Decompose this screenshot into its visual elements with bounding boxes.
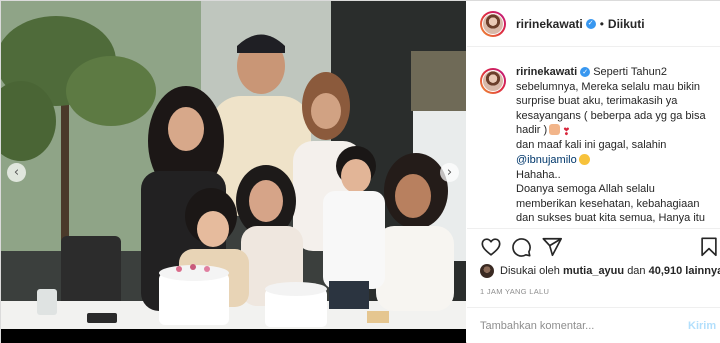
caption-line: Seperti Tahun2 (593, 66, 668, 78)
caption-line: dan sukses buat kita semua, Hanya itu (516, 212, 705, 225)
comment-input[interactable]: Tambahkan komentar... (480, 316, 658, 336)
caption-username[interactable]: ririnekawati (516, 66, 577, 78)
liker-avatar[interactable] (480, 264, 494, 278)
caption-first-line: ririnekawati ✓ Seperti Tahun2 (516, 65, 714, 80)
paper-plane-icon (542, 237, 562, 257)
comment-button[interactable] (510, 236, 532, 258)
post-side-panel: ririnekawati ✓ • Diikuti ririnekawati ✓ S… (467, 1, 720, 343)
chevron-right-icon: › (446, 165, 453, 180)
caption-line: Doanya semoga Allah selalu (516, 183, 655, 196)
caption-line: hadir ) (516, 124, 548, 137)
avatar[interactable] (480, 10, 506, 37)
comment-icon (512, 238, 531, 257)
grinning-face-emoji-icon (578, 153, 590, 165)
liker-username[interactable]: mutia_ayuu (563, 265, 624, 277)
save-button[interactable] (698, 236, 720, 258)
caption-line: memberikan kesehatan, kebahagiaan (516, 197, 700, 210)
share-button[interactable] (541, 236, 563, 258)
header-separator: • (599, 16, 604, 31)
caption-line-with-emoji: @ibnujamilo (516, 153, 714, 168)
header-username[interactable]: ririnekawati (516, 17, 583, 31)
post-timestamp[interactable]: 1 JAM YANG LALU (480, 287, 549, 296)
caption-line: dan maaf kali ini gagal, salahin (516, 139, 667, 152)
pray-emoji-icon (549, 124, 561, 136)
action-bar (480, 236, 717, 258)
bookmark-icon (701, 237, 717, 257)
previous-photo-button[interactable]: ‹ (7, 163, 26, 182)
caption-line: surprise buat aku, terimakasih ya (516, 95, 678, 108)
caption-avatar[interactable] (480, 68, 506, 94)
caption-line: Hahaha.. (516, 168, 561, 181)
heart-icon (481, 238, 501, 256)
likes-summary: Disukai oleh mutia_ayuu dan 40,910 lainn… (480, 263, 720, 279)
next-photo-button[interactable]: › (440, 163, 459, 182)
caption-line: sebelumnya, Mereka selalu mau bikin (516, 80, 701, 93)
follow-status-button[interactable]: Diikuti (608, 17, 645, 31)
chevron-left-icon: ‹ (13, 165, 20, 180)
heart-emoji-icon: ❣ (562, 127, 571, 139)
caption-text: ririnekawati ✓ Seperti Tahun2 sebelumnya,… (516, 65, 714, 228)
verified-badge-icon: ✓ (585, 18, 596, 29)
caption-line: kesayangans ( beberpa ada yg ga bisa (516, 109, 706, 122)
photo-area: ‹ › (1, 1, 466, 343)
divider (467, 307, 720, 308)
post-comment-button[interactable]: Kirim (688, 316, 716, 336)
post-header: ririnekawati ✓ • Diikuti (467, 1, 720, 47)
mention-link[interactable]: @ibnujamilo (516, 154, 577, 166)
post-caption: ririnekawati ✓ Seperti Tahun2 sebelumnya,… (480, 65, 716, 228)
divider (467, 228, 720, 229)
avatar-image (482, 70, 504, 92)
avatar-image (482, 12, 504, 35)
verified-badge-icon: ✓ (580, 67, 591, 78)
likes-prefix: Disukai oleh (500, 265, 560, 277)
like-button[interactable] (480, 236, 502, 258)
instagram-post: ‹ › ririnekawati ✓ • Diikuti ririnekawat… (0, 0, 720, 343)
post-photo[interactable] (1, 1, 466, 329)
likes-connector: dan (627, 265, 646, 277)
likes-count-link[interactable]: 40,910 lainnya (649, 265, 720, 277)
caption-line-with-emoji: hadir ) ❣ (516, 123, 714, 138)
